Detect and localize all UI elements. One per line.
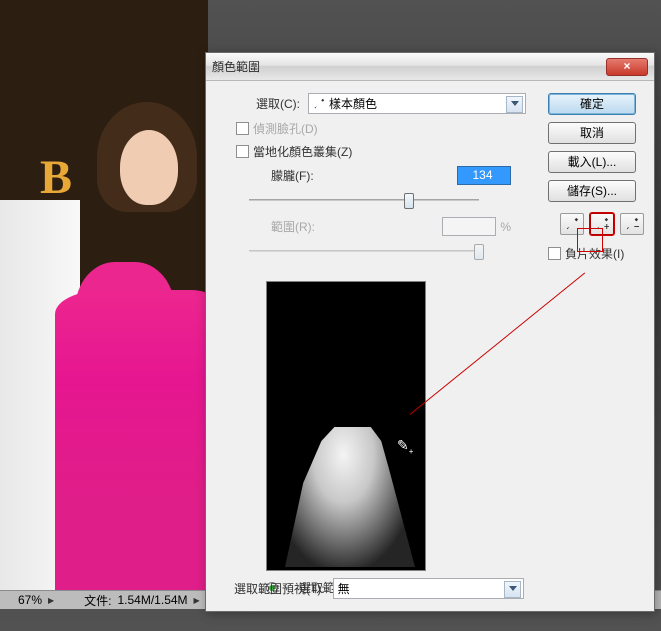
color-range-dialog: 顏色範圍 × 選取(C): 樣本顏色 偵測臉孔(D) 當地化顏色叢集(Z) 朦朧…	[205, 52, 655, 612]
range-thumb	[474, 244, 484, 260]
select-dropdown[interactable]: 樣本顏色	[308, 93, 526, 114]
select-label: 選取(C):	[256, 95, 300, 112]
selection-preview[interactable]: ✎+	[266, 281, 426, 571]
fuzziness-label: 朦朧(F):	[271, 167, 314, 184]
localized-label: 當地化顏色叢集(Z)	[253, 143, 352, 160]
load-button[interactable]: 載入(L)...	[548, 151, 636, 173]
svg-text:−: −	[634, 221, 639, 231]
save-button[interactable]: 儲存(S)...	[548, 180, 636, 202]
range-slider	[249, 242, 479, 260]
detect-faces-checkbox[interactable]	[236, 122, 249, 135]
photo-subject	[85, 100, 195, 240]
invert-checkbox[interactable]	[548, 247, 561, 260]
file-size-value: 1.54M/1.54M	[118, 593, 188, 607]
preview-mode-label: 選取範圍預視(T):	[234, 580, 325, 597]
zoom-dropdown-icon[interactable]: ▶	[48, 596, 54, 605]
eyedropper-subtract-tool[interactable]: −	[620, 213, 644, 235]
range-label: 範圍(R):	[271, 218, 315, 235]
fuzziness-thumb[interactable]	[404, 193, 414, 209]
ok-button[interactable]: 確定	[548, 93, 636, 115]
file-size-label: 文件:	[84, 592, 111, 609]
close-icon: ×	[623, 59, 630, 73]
zoom-percent: 67%	[6, 593, 42, 607]
preview-selection-shape	[285, 427, 415, 567]
cancel-button[interactable]: 取消	[548, 122, 636, 144]
document-photo: B	[0, 0, 208, 590]
file-dropdown-icon[interactable]: ▶	[194, 596, 200, 605]
preview-mode-dropdown[interactable]: 無	[333, 578, 524, 599]
annotation-highlight-box	[577, 228, 603, 252]
dialog-title: 顏色範圍	[212, 58, 606, 75]
select-value: 樣本顏色	[329, 95, 377, 112]
preview-mode-value: 無	[338, 580, 350, 597]
fuzziness-slider[interactable]	[249, 191, 479, 209]
eyedropper-icon	[313, 98, 325, 110]
photo-dress	[55, 290, 208, 590]
photo-letter: B	[40, 150, 72, 205]
dialog-titlebar[interactable]: 顏色範圍 ×	[206, 53, 654, 81]
close-button[interactable]: ×	[606, 58, 648, 76]
range-unit: %	[500, 220, 511, 234]
fuzziness-input[interactable]: 134	[457, 166, 511, 185]
range-input	[442, 217, 496, 236]
svg-text:+: +	[604, 221, 609, 231]
localized-checkbox[interactable]	[236, 145, 249, 158]
eyedropper-cursor-icon: ✎+	[397, 437, 413, 456]
detect-faces-label: 偵測臉孔(D)	[253, 120, 318, 137]
